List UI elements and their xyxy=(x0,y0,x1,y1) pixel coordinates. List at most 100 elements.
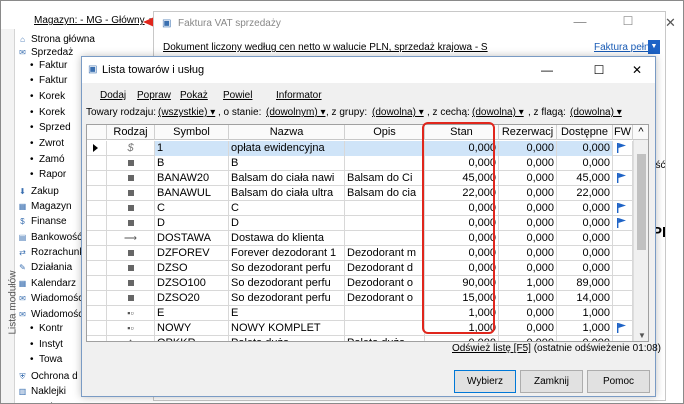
cell-description xyxy=(345,201,425,216)
sidebar-subitem[interactable]: Kontr xyxy=(30,323,63,336)
menu-duplicate[interactable]: Powiel xyxy=(223,90,252,101)
sidebar-subitem[interactable]: Korek xyxy=(30,91,65,104)
cell-flag xyxy=(613,141,633,156)
sidebar-item-banking[interactable]: ▤ Bankowość xyxy=(17,231,82,244)
outer-close-icon[interactable]: ✕ xyxy=(665,15,676,31)
header-scroll-up[interactable]: ^ xyxy=(633,125,648,140)
cell-reserved: 0,000 xyxy=(499,261,557,276)
sidebar-item-home[interactable]: ⌂ Strona główna xyxy=(17,33,95,46)
table-row[interactable]: B B 0,000 0,000 0,000 xyxy=(87,156,633,171)
filter-stock-select[interactable]: (dowolnym) ▾ xyxy=(266,107,325,118)
delivery-icon: ⟶ xyxy=(124,233,137,243)
sidebar-subitem[interactable]: Faktur xyxy=(30,60,67,73)
header-available[interactable]: Dostępne xyxy=(557,125,613,140)
invoice-doc-line[interactable]: Dokument liczony według cen netto w walu… xyxy=(163,42,488,53)
table-row[interactable]: ▪▫ E E 1,000 0,000 1,000 xyxy=(87,306,633,321)
sidebar-item-labels[interactable]: ▥ Naklejki xyxy=(17,385,66,398)
product-icon xyxy=(127,250,134,256)
cell-description xyxy=(345,321,425,336)
sidebar-item-settlements[interactable]: ⇄ Rozrachunki xyxy=(17,246,86,259)
cell-reserved: 0,000 xyxy=(499,156,557,171)
product-icon xyxy=(127,190,134,196)
table-row[interactable]: ∆OPKKRPaleta dużaPaleta duża0,0000,0000,… xyxy=(87,336,633,341)
cell-symbol: DZSO xyxy=(155,261,229,276)
cell-symbol: OPKKR xyxy=(155,336,229,341)
sidebar-subitem[interactable]: Faktur xyxy=(30,75,67,88)
invoice-maximize-button[interactable]: ☐ xyxy=(616,14,640,34)
sidebar-subitem[interactable]: Towa xyxy=(30,354,63,367)
sidebar-subitem[interactable]: Korek xyxy=(30,107,65,120)
refresh-line: Odśwież listę [F5] (ostatnie odświeżenie… xyxy=(452,343,661,354)
cell-flag xyxy=(613,171,633,186)
filter-feature-select[interactable]: (dowolna) ▾ xyxy=(472,107,524,118)
sidebar-subitem[interactable]: Sprzed xyxy=(30,122,71,135)
select-button[interactable]: Wybierz xyxy=(454,370,516,393)
header-name[interactable]: Nazwa xyxy=(229,125,345,140)
table-row[interactable]: DZFOREV Forever dezodorant 1 Dezodorant m 0… xyxy=(87,246,633,261)
sidebar-subitem[interactable]: Rapor xyxy=(30,169,66,182)
flag-icon xyxy=(617,323,626,333)
invoice-minimize-button[interactable]: — xyxy=(568,14,592,34)
refresh-link[interactable]: Odśwież listę [F5] xyxy=(452,343,531,354)
cell-symbol: E xyxy=(155,306,229,321)
modules-side-tab[interactable]: Lista modułów xyxy=(1,29,19,403)
table-row[interactable]: DZSO So dezodorant perfu Dezodorant d 0,000… xyxy=(87,261,633,276)
table-row[interactable]: DZSO20 So dezodorant perfu Dezodorant o 15,… xyxy=(87,291,633,306)
dialog-maximize-button[interactable]: ☐ xyxy=(584,60,614,80)
sidebar-item-label: Kalendarz xyxy=(31,278,77,289)
filter-flag-select[interactable]: (dowolna) ▾ xyxy=(570,107,622,118)
table-row[interactable]: C C 0,000 0,000 0,000 xyxy=(87,201,633,216)
cell-available: 0,000 xyxy=(557,201,613,216)
sidebar-item-messages[interactable]: ✉ Wiadomości xyxy=(17,292,85,305)
table-row[interactable]: $1 opłata ewidencyjna 0,000 0,000 0,000 xyxy=(87,141,633,156)
header-indicator xyxy=(87,125,107,140)
sidebar-subitem[interactable]: Zwrot xyxy=(30,138,64,151)
scrollbar-thumb[interactable] xyxy=(637,154,646,250)
invoice-type-dropdown-icon[interactable]: ▼ xyxy=(648,40,660,54)
sidebar-item-calendar[interactable]: ▦ Kalendarz xyxy=(17,277,76,290)
cell-kind xyxy=(107,261,155,276)
filter-group-label: , z grupy: xyxy=(326,107,368,118)
sidebar-item-messages-2[interactable]: ✉ Wiadomości xyxy=(17,308,85,321)
row-indicator xyxy=(87,156,107,171)
dialog-minimize-button[interactable]: — xyxy=(532,60,562,80)
menu-informator[interactable]: Informator xyxy=(276,90,322,101)
scroll-down-icon[interactable]: ▼ xyxy=(638,331,646,340)
row-indicator xyxy=(87,306,107,321)
table-row[interactable]: DZSO100 So dezodorant perfu Dezodorant o 90… xyxy=(87,276,633,291)
menu-show[interactable]: Pokaż xyxy=(180,90,208,101)
sidebar-item-sales[interactable]: ✉ Sprzedaż xyxy=(17,46,73,59)
filter-group-select[interactable]: (dowolna) ▾ xyxy=(372,107,424,118)
row-indicator xyxy=(87,186,107,201)
dialog-close-button[interactable]: ✕ xyxy=(622,60,652,80)
service-icon: $ xyxy=(127,142,134,154)
sidebar-item-finance[interactable]: $ Finanse xyxy=(17,215,66,228)
header-kind[interactable]: Rodzaj xyxy=(107,125,155,140)
sidebar-subitem[interactable]: Instyt xyxy=(30,339,63,352)
warehouse-selector[interactable]: Magazyn: - MG - Główny▼ xyxy=(34,15,156,26)
table-row[interactable]: ▪▫ NOWY NOWY KOMPLET 1,000 0,000 1,000 xyxy=(87,321,633,336)
header-reserved[interactable]: Rezerwacj xyxy=(499,125,557,140)
menu-add[interactable]: Dodaj xyxy=(100,90,126,101)
cell-reserved: 0,000 xyxy=(499,336,557,341)
sidebar-item-protection[interactable]: ⛨ Ochrona d xyxy=(17,370,78,383)
table-row[interactable]: BANAWUL Balsam do ciała ultra Balsam do ci… xyxy=(87,186,633,201)
table-row[interactable]: BANAW20 Balsam do ciała nawi Balsam do Ci 4… xyxy=(87,171,633,186)
cell-name: Paleta duża xyxy=(229,336,345,341)
table-row[interactable]: D D 0,000 0,000 0,000 xyxy=(87,216,633,231)
grid-vertical-scrollbar[interactable]: ▼ xyxy=(633,140,648,341)
header-symbol[interactable]: Symbol xyxy=(155,125,229,140)
sidebar-item-warehouse[interactable]: ▦ Magazyn xyxy=(17,200,72,213)
settlements-icon: ⇄ xyxy=(19,248,26,257)
header-flag[interactable]: FW xyxy=(613,125,633,140)
sidebar-item-actions[interactable]: ✎ Działania xyxy=(17,261,72,274)
sidebar-subitem[interactable]: Zamó xyxy=(30,154,64,167)
header-description[interactable]: Opis xyxy=(345,125,425,140)
menu-edit[interactable]: Popraw xyxy=(137,90,171,101)
table-row[interactable]: ⟶ DOSTAWA Dostawa do klienta 0,000 0,000 0,00… xyxy=(87,231,633,246)
invoice-type-link[interactable]: Faktura pełna xyxy=(594,42,655,53)
filter-kind-select[interactable]: (wszystkie) ▾ xyxy=(158,107,215,118)
sidebar-item-purchase[interactable]: ⬇ Zakup xyxy=(17,185,59,198)
close-button[interactable]: Zamknij xyxy=(520,370,583,393)
help-button[interactable]: Pomoc xyxy=(587,370,650,393)
